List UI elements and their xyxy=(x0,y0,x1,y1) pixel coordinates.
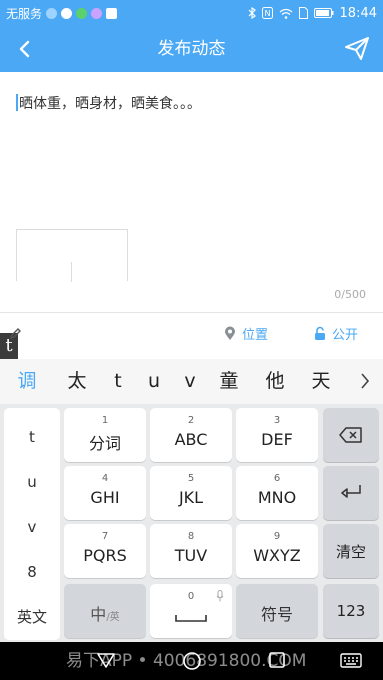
visibility-option[interactable]: 公开 xyxy=(314,324,358,343)
candidate-item[interactable]: v xyxy=(178,359,202,404)
candidate-item[interactable]: 天 xyxy=(304,359,338,404)
app-icon xyxy=(76,7,88,19)
enter-icon xyxy=(341,485,361,498)
space-key[interactable]: 0 xyxy=(150,584,232,638)
bluetooth-icon xyxy=(248,7,256,19)
key-7[interactable]: 7 PQRS xyxy=(64,524,146,578)
key-label: GHI xyxy=(90,488,120,507)
pinyin-option[interactable]: 8 xyxy=(4,563,60,581)
status-bar: 无服务 N 18:44 xyxy=(0,0,383,26)
candidate-item[interactable]: 童 xyxy=(212,359,246,404)
key-1[interactable]: 1 分词 xyxy=(64,408,146,462)
text-caret xyxy=(16,94,18,111)
key-5[interactable]: 5 JKL xyxy=(150,466,232,520)
mic-icon xyxy=(216,590,224,602)
send-icon xyxy=(345,37,369,60)
send-button[interactable] xyxy=(343,35,371,63)
key-2[interactable]: 2 ABC xyxy=(150,408,232,462)
svg-text:N: N xyxy=(264,9,270,18)
candidate-item[interactable]: u xyxy=(142,359,166,404)
app2-icon xyxy=(91,7,103,19)
backspace-icon xyxy=(339,427,362,443)
key-6[interactable]: 6 MNO xyxy=(236,466,318,520)
key-number: 4 xyxy=(101,473,109,484)
pinyin-option[interactable]: u xyxy=(4,473,60,491)
english-switch[interactable]: 英文 xyxy=(4,606,60,627)
candidate-item[interactable]: 他 xyxy=(258,359,292,404)
carrier-text: 无服务 xyxy=(6,6,43,21)
backspace-key[interactable] xyxy=(323,408,379,462)
wifi-icon xyxy=(279,8,292,19)
key-number: 8 xyxy=(187,531,195,542)
key-label: WXYZ xyxy=(253,546,301,565)
key-label: ABC xyxy=(174,430,208,449)
sim-icon xyxy=(298,7,308,19)
location-pin-icon xyxy=(225,326,235,340)
lang-sub: /英 xyxy=(106,612,120,623)
page-title: 发布动态 xyxy=(157,39,226,59)
post-editor[interactable]: 晒体重，晒身材，晒美食。。。 0/500 xyxy=(0,72,383,312)
key-4[interactable]: 4 GHI xyxy=(64,466,146,520)
pen-icon xyxy=(9,328,21,340)
battery-icon xyxy=(313,8,334,18)
candidate-item[interactable]: 调 xyxy=(10,359,44,404)
ime-candidate-bar: 调 太 t u v 童 他 天 xyxy=(0,359,383,404)
visibility-label: 公开 xyxy=(332,328,359,343)
location-option[interactable]: 位置 xyxy=(224,324,268,343)
candidate-item[interactable]: 太 xyxy=(60,359,94,404)
char-count: 0/500 xyxy=(334,288,366,301)
symbols-label: 符号 xyxy=(260,605,293,624)
language-key[interactable]: 中/英 xyxy=(64,584,146,638)
gallery-icon xyxy=(106,7,118,19)
key-3[interactable]: 3 DEF xyxy=(236,408,318,462)
title-bar: 发布动态 xyxy=(0,26,383,72)
key-8[interactable]: 8 TUV xyxy=(150,524,232,578)
key-number: 6 xyxy=(273,473,281,484)
space-bar-icon xyxy=(175,615,207,622)
key-number: 7 xyxy=(101,531,109,542)
lock-icon xyxy=(315,326,325,340)
key-label: PQRS xyxy=(83,546,127,565)
keyboard-hide-icon[interactable] xyxy=(340,653,362,669)
key-number: 5 xyxy=(187,473,195,484)
ime-keyboard: t u v 8 英文 1 分词 2 ABC 3 DEF 4 GHI 5 JKL … xyxy=(0,404,383,642)
symbols-key[interactable]: 符号 xyxy=(236,584,318,638)
key-number: 1 xyxy=(101,415,109,426)
watermark-text: 易下APP • 4006891800.COM xyxy=(66,651,307,671)
language-key-label: 中/英 xyxy=(64,601,146,625)
post-text: 晒体重，晒身材，晒美食。。。 xyxy=(19,96,201,112)
key-number: 2 xyxy=(187,415,195,426)
pinyin-option-column[interactable]: t u v 8 英文 xyxy=(4,408,60,640)
location-label: 位置 xyxy=(242,328,269,343)
key-label: DEF xyxy=(261,430,293,449)
lang-main: 中 xyxy=(90,605,107,624)
plus-icon xyxy=(71,262,72,282)
numbers-key[interactable]: 123 xyxy=(323,584,379,638)
key-9[interactable]: 9 WXYZ xyxy=(236,524,318,578)
pinyin-option[interactable]: t xyxy=(4,428,60,446)
key-label: 分词 xyxy=(88,434,121,453)
key-number: 9 xyxy=(273,531,281,542)
nfc-icon: N xyxy=(261,7,273,19)
editor-text-line: 晒体重，晒身材，晒美食。。。 xyxy=(16,93,201,113)
enter-key[interactable] xyxy=(323,466,379,520)
pinyin-option[interactable]: v xyxy=(4,518,60,536)
cloud-icon xyxy=(46,7,58,19)
clock: 18:44 xyxy=(339,5,377,21)
clear-key[interactable]: 清空 xyxy=(323,524,379,578)
chevron-right-icon[interactable] xyxy=(359,371,371,391)
key-number: 3 xyxy=(273,415,281,426)
q-icon xyxy=(61,7,73,19)
candidate-item[interactable]: t xyxy=(106,359,130,404)
key-label: JKL xyxy=(178,488,204,507)
add-photo-button[interactable] xyxy=(16,229,128,282)
key-label: MNO xyxy=(257,488,297,507)
key-label: TUV xyxy=(174,546,208,565)
